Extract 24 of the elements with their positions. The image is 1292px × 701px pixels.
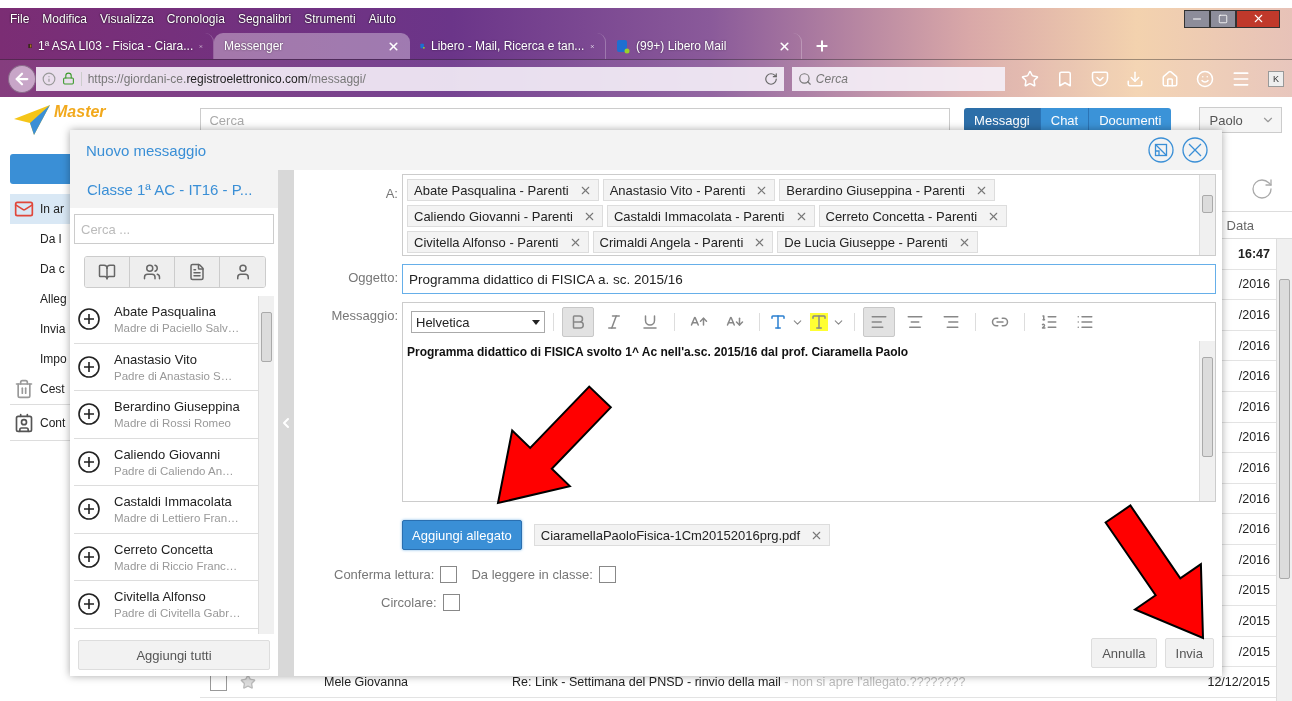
- date-cell: /2016: [1238, 522, 1270, 537]
- field-label: Oggetto:: [347, 269, 398, 287]
- date-cell: /2016: [1238, 430, 1270, 445]
- date-cell: /2016: [1238, 277, 1270, 292]
- field-label: A:: [384, 185, 398, 203]
- sender-cell-text: Mele Giovanna: [324, 675, 410, 690]
- date-cell: /2016: [1238, 369, 1270, 384]
- date-cell: /2016: [1238, 399, 1270, 414]
- field-label: Messaggio:: [330, 307, 398, 325]
- date-cell: /2015: [1238, 644, 1270, 659]
- date-cell: /2016: [1238, 491, 1270, 506]
- date-cell: /2016: [1238, 460, 1270, 475]
- dialog-title: Nuovo messaggio: [86, 141, 207, 159]
- logo-text: Master: [54, 103, 106, 121]
- class-title: Classe 1ª AC - IT16 - P...: [86, 179, 254, 200]
- message-text: Programma didattico di FISICA svolto 1^ Ac nell'a.sc. 2015/16 dal prof. Ciaramella Paolo: [406, 344, 910, 361]
- date-cell: 16:47: [1238, 246, 1270, 261]
- date-cell: 12/12/2015: [1207, 675, 1270, 690]
- subject-cell-text: Re: Link - Settimana del PNSD - rinvio della mail - non si apre l'allegato.????????: [512, 675, 967, 690]
- date-cell: /2016: [1238, 308, 1270, 322]
- date-cell: /2015: [1238, 613, 1270, 628]
- date-cell: /2016: [1238, 338, 1270, 353]
- date-cell: /2016: [1238, 552, 1270, 567]
- date-cell: /2015: [1238, 583, 1270, 598]
